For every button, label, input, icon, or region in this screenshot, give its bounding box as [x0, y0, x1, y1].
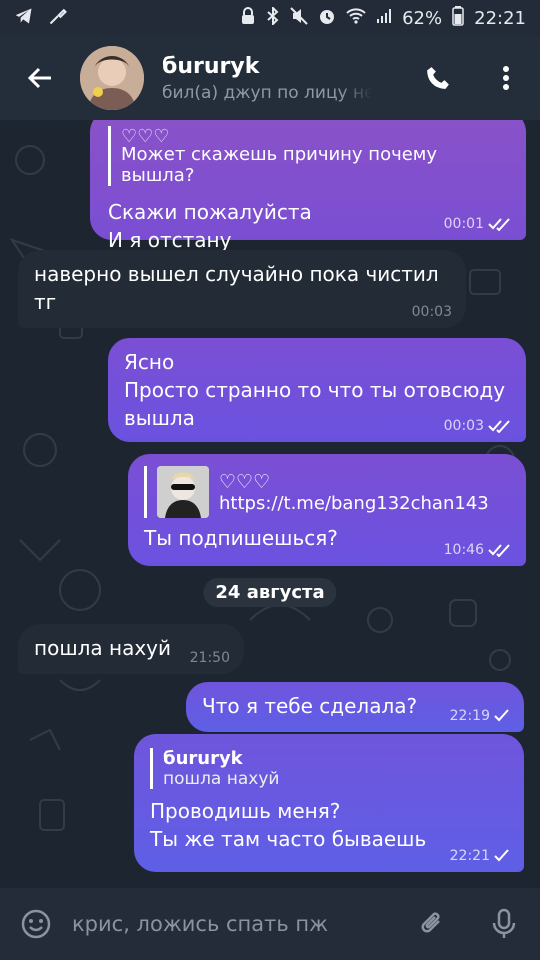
bluetooth-icon: [266, 5, 280, 30]
message-meta: 00:01: [444, 216, 512, 232]
date-divider: 24 августа: [203, 578, 337, 607]
clock: 22:21: [474, 7, 526, 29]
wifi-icon: [346, 7, 366, 29]
call-button[interactable]: [404, 36, 472, 120]
reply-preview[interactable]: бururyk пошла нахуй: [150, 748, 508, 789]
chat-header: бururyk бил(а) джуп по лицу неделю назад: [0, 36, 540, 120]
contact-name[interactable]: бururyk: [162, 54, 404, 79]
check-icon: [494, 709, 509, 722]
message-bubble-incoming[interactable]: пошла нахуй 21:50: [18, 624, 244, 674]
message-bubble-outgoing[interactable]: Что я тебе сделала? 22:19: [186, 682, 524, 732]
message-meta: 00:03: [444, 418, 512, 434]
link-thumbnail: [157, 466, 209, 518]
more-vertical-icon: [503, 66, 509, 90]
paperclip-icon: [421, 912, 440, 933]
lock-icon: [240, 6, 256, 30]
check-icon: [494, 849, 509, 862]
message-input[interactable]: крис, ложись спать пж: [72, 912, 396, 936]
message-meta: 10:46: [444, 542, 512, 558]
microphone-icon: [492, 908, 516, 938]
reply-preview[interactable]: ♡♡♡ Может скажешь причину почему вышла?: [108, 126, 508, 186]
emoji-button[interactable]: [0, 888, 72, 960]
link-url[interactable]: https://t.me/bang132chan143: [219, 493, 489, 514]
signal-icon: [376, 8, 392, 29]
message-bubble-incoming[interactable]: наверно вышел случайно пока чистил тг 00…: [18, 250, 466, 328]
double-check-icon: [488, 420, 510, 433]
message-text: наверно вышел случайно пока чистил тг: [34, 262, 439, 314]
message-text: Проводишь меня? Ты же там часто бываешь: [150, 799, 427, 851]
back-arrow-icon: [27, 67, 51, 89]
phone-icon: [427, 67, 449, 89]
contact-status: бил(а) джуп по лицу неделю назад: [162, 82, 372, 103]
avatar[interactable]: [80, 46, 144, 110]
tool-icon: [48, 6, 68, 31]
back-button[interactable]: [0, 36, 80, 120]
voice-button[interactable]: [468, 888, 540, 960]
mute-icon: [290, 6, 308, 30]
menu-button[interactable]: [472, 36, 540, 120]
emoji-icon: [21, 909, 51, 939]
battery-icon: [452, 5, 464, 31]
double-check-icon: [488, 544, 510, 557]
message-bubble-outgoing[interactable]: бururyk пошла нахуй Проводишь меня? Ты ж…: [134, 734, 524, 872]
double-check-icon: [488, 218, 510, 231]
attach-button[interactable]: [396, 888, 468, 960]
battery-percent: 62%: [402, 7, 443, 29]
message-meta: 22:19: [450, 708, 510, 724]
link-preview[interactable]: ♡♡♡ https://t.me/bang132chan143: [144, 466, 510, 518]
message-meta: 00:03: [411, 304, 452, 320]
message-meta: 21:50: [189, 650, 230, 666]
chat-area[interactable]: ♡♡♡ Может скажешь причину почему вышла? …: [0, 120, 540, 888]
status-bar: 62% 22:21: [0, 0, 540, 36]
message-bubble-outgoing[interactable]: Ясно Просто странно то что ты отовсюду в…: [108, 338, 526, 442]
message-bubble-outgoing[interactable]: ♡♡♡ Может скажешь причину почему вышла? …: [90, 120, 526, 252]
telegram-icon: [14, 6, 34, 31]
alarm-icon: [318, 7, 336, 30]
message-bubble-outgoing[interactable]: ♡♡♡ https://t.me/bang132chan143 Ты подпи…: [128, 454, 526, 566]
message-meta: 22:21: [450, 848, 510, 864]
message-input-bar: крис, ложись спать пж: [0, 888, 540, 960]
